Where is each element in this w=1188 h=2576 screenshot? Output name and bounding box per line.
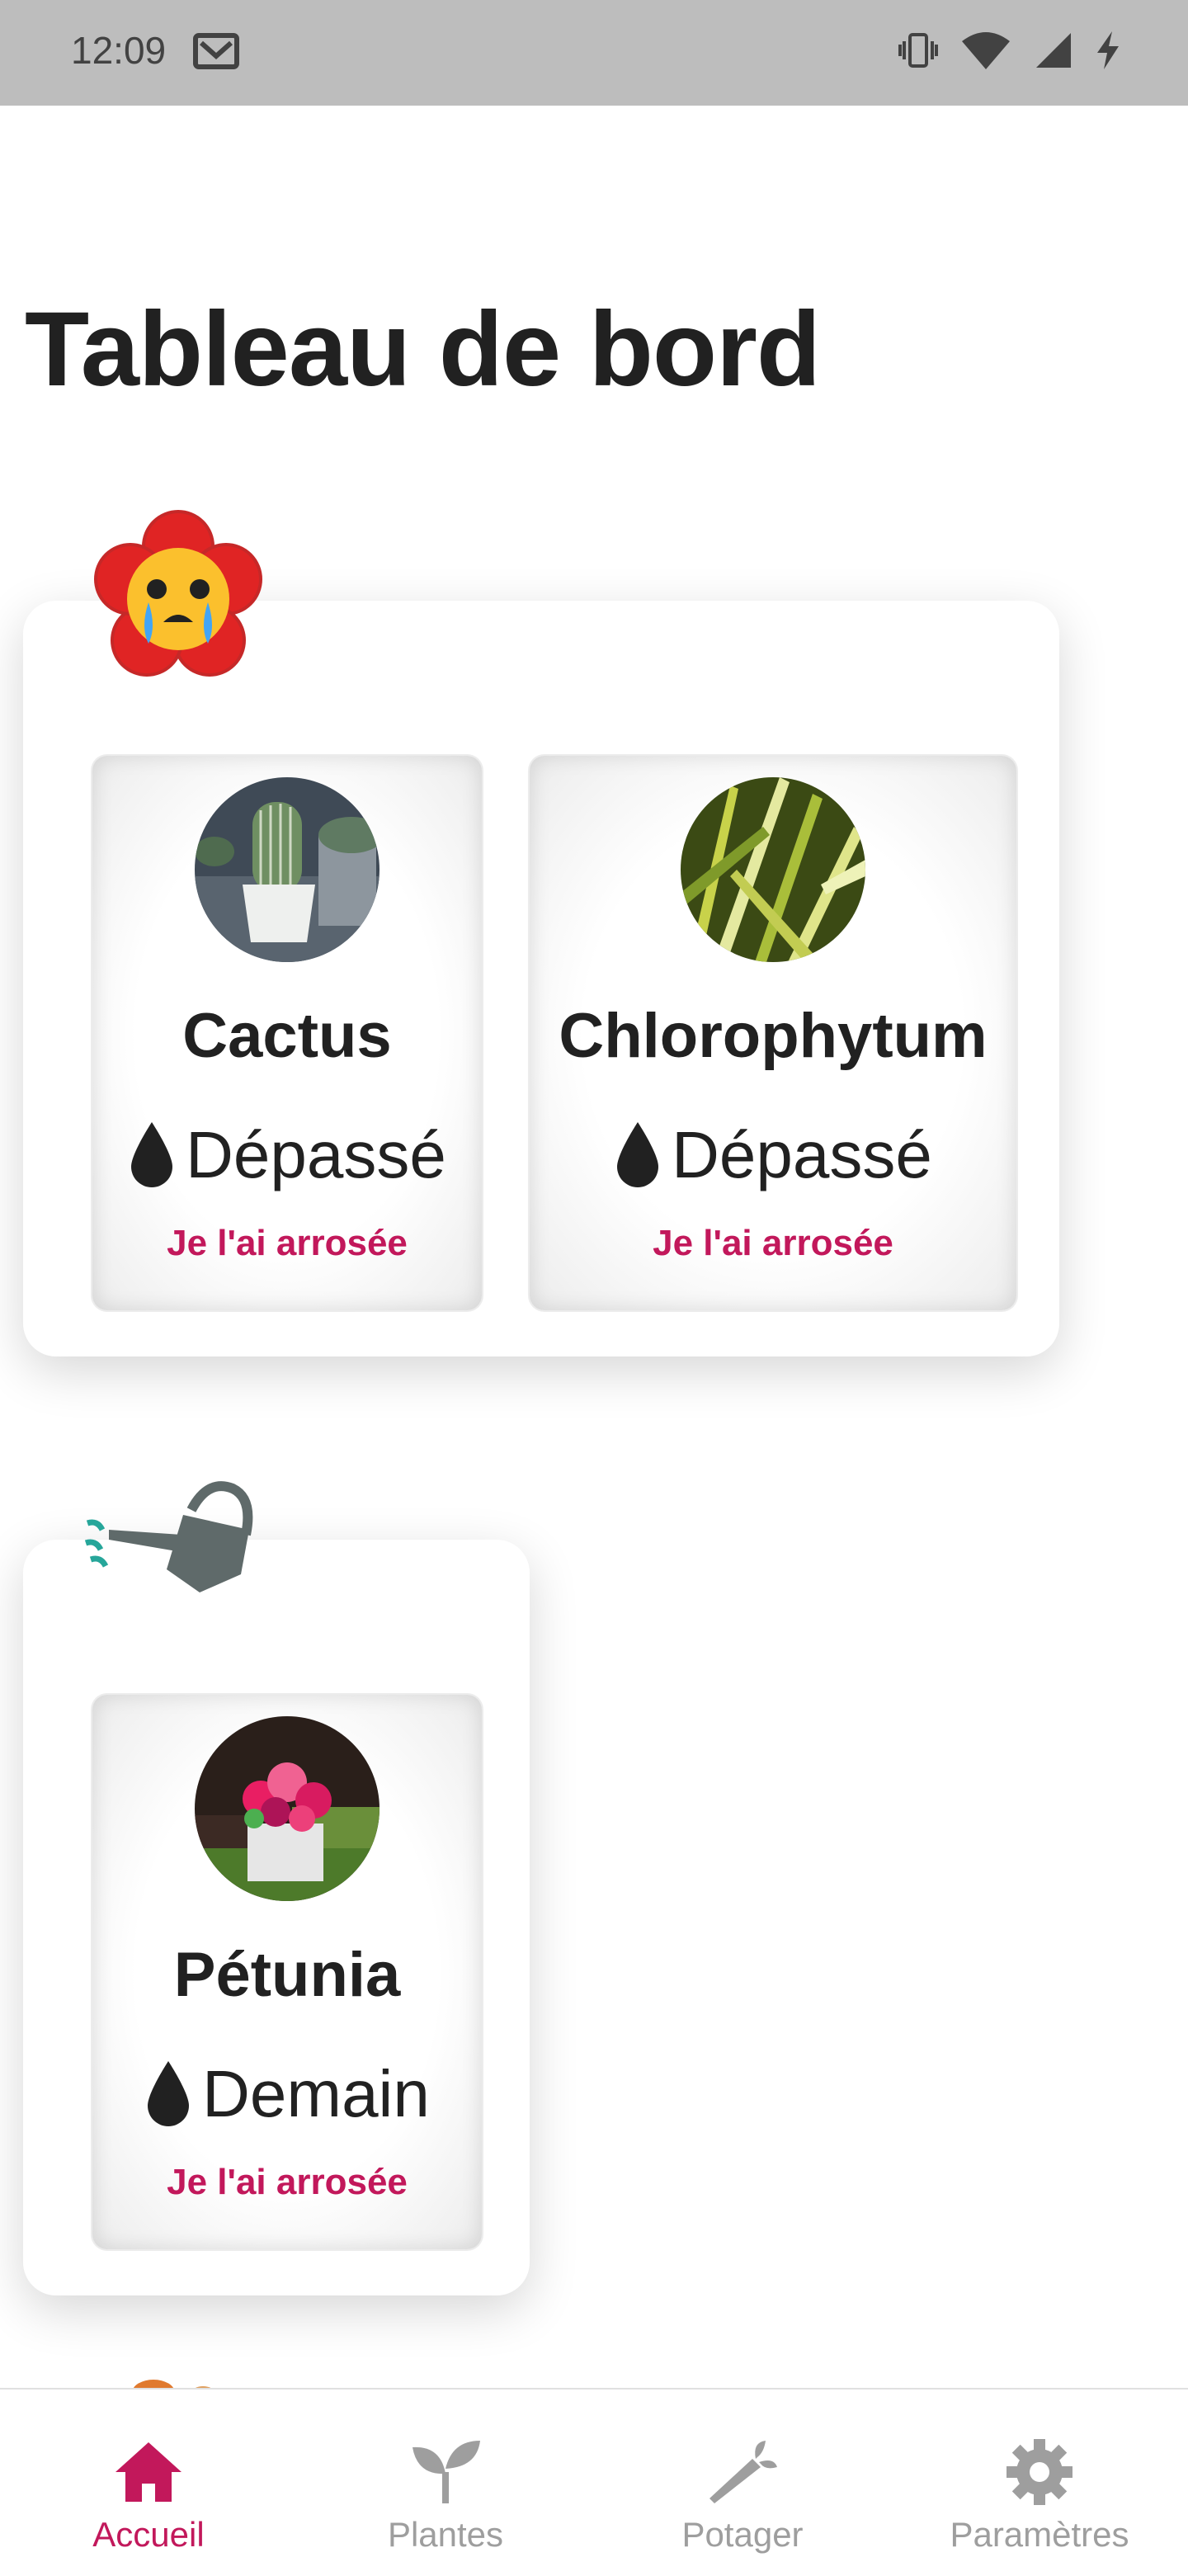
status-bar: 12:09 <box>0 0 1188 106</box>
page-title: Tableau de bord <box>25 290 821 408</box>
plant-card-chlorophytum[interactable]: Chlorophytum Dépassé Je l'ai arrosée <box>530 756 1016 1310</box>
signal-icon <box>1036 33 1071 68</box>
status-icons <box>898 30 1122 71</box>
status-text: Dépassé <box>186 1118 446 1191</box>
charging-icon <box>1097 31 1119 69</box>
nav-label: Plantes <box>387 2515 504 2554</box>
watering-status: Demain <box>92 2056 482 2132</box>
upcoming-group-card: Pétunia Demain Je l'ai arrosée <box>23 1540 530 2295</box>
mail-icon <box>193 33 239 69</box>
nav-label: Potager <box>681 2515 804 2554</box>
plant-name: Pétunia <box>173 1940 401 2010</box>
petunia-photo <box>195 1716 380 1901</box>
status-text: Demain <box>202 2057 430 2130</box>
nav-item-parametres[interactable]: Paramètres <box>891 2390 1188 2576</box>
mark-watered-button[interactable]: Je l'ai arrosée <box>530 1223 1016 1264</box>
status-time: 12:09 <box>71 29 167 72</box>
plant-name: Cactus <box>182 1001 392 1071</box>
sprout-icon <box>412 2441 480 2503</box>
watering-status: Dépassé <box>530 1117 1016 1193</box>
overdue-group-card: Cactus Dépassé Je l'ai arrosée Chlorophy… <box>23 601 1059 1356</box>
mark-watered-button[interactable]: Je l'ai arrosée <box>92 1223 482 1264</box>
water-drop-icon <box>131 1122 173 1187</box>
watering-status: Dépassé <box>92 1117 482 1193</box>
plant-name: Chlorophytum <box>559 1001 988 1071</box>
water-drop-icon <box>617 1122 659 1187</box>
nav-item-plantes[interactable]: Plantes <box>297 2390 594 2576</box>
bottom-navigation: Accueil Plantes Potager Paramètres <box>0 2388 1188 2576</box>
water-drop-icon <box>148 2061 190 2126</box>
gear-icon <box>1006 2439 1072 2505</box>
plant-card-cactus[interactable]: Cactus Dépassé Je l'ai arrosée <box>92 756 482 1310</box>
plant-card-petunia[interactable]: Pétunia Demain Je l'ai arrosée <box>92 1695 482 2249</box>
watering-can-icon <box>84 1481 253 1592</box>
cactus-photo <box>195 777 380 962</box>
status-text: Dépassé <box>672 1118 932 1191</box>
crying-flower-icon <box>94 510 262 677</box>
vibrate-icon <box>898 33 938 68</box>
nav-item-accueil[interactable]: Accueil <box>0 2390 297 2576</box>
nav-item-potager[interactable]: Potager <box>594 2390 891 2576</box>
nav-label: Paramètres <box>950 2515 1129 2554</box>
carrot-icon <box>710 2441 777 2503</box>
wifi-icon <box>962 32 1010 69</box>
home-icon <box>116 2442 182 2502</box>
chlorophytum-photo <box>681 777 865 962</box>
nav-label: Accueil <box>92 2515 205 2554</box>
mark-watered-button[interactable]: Je l'ai arrosée <box>92 2162 482 2203</box>
